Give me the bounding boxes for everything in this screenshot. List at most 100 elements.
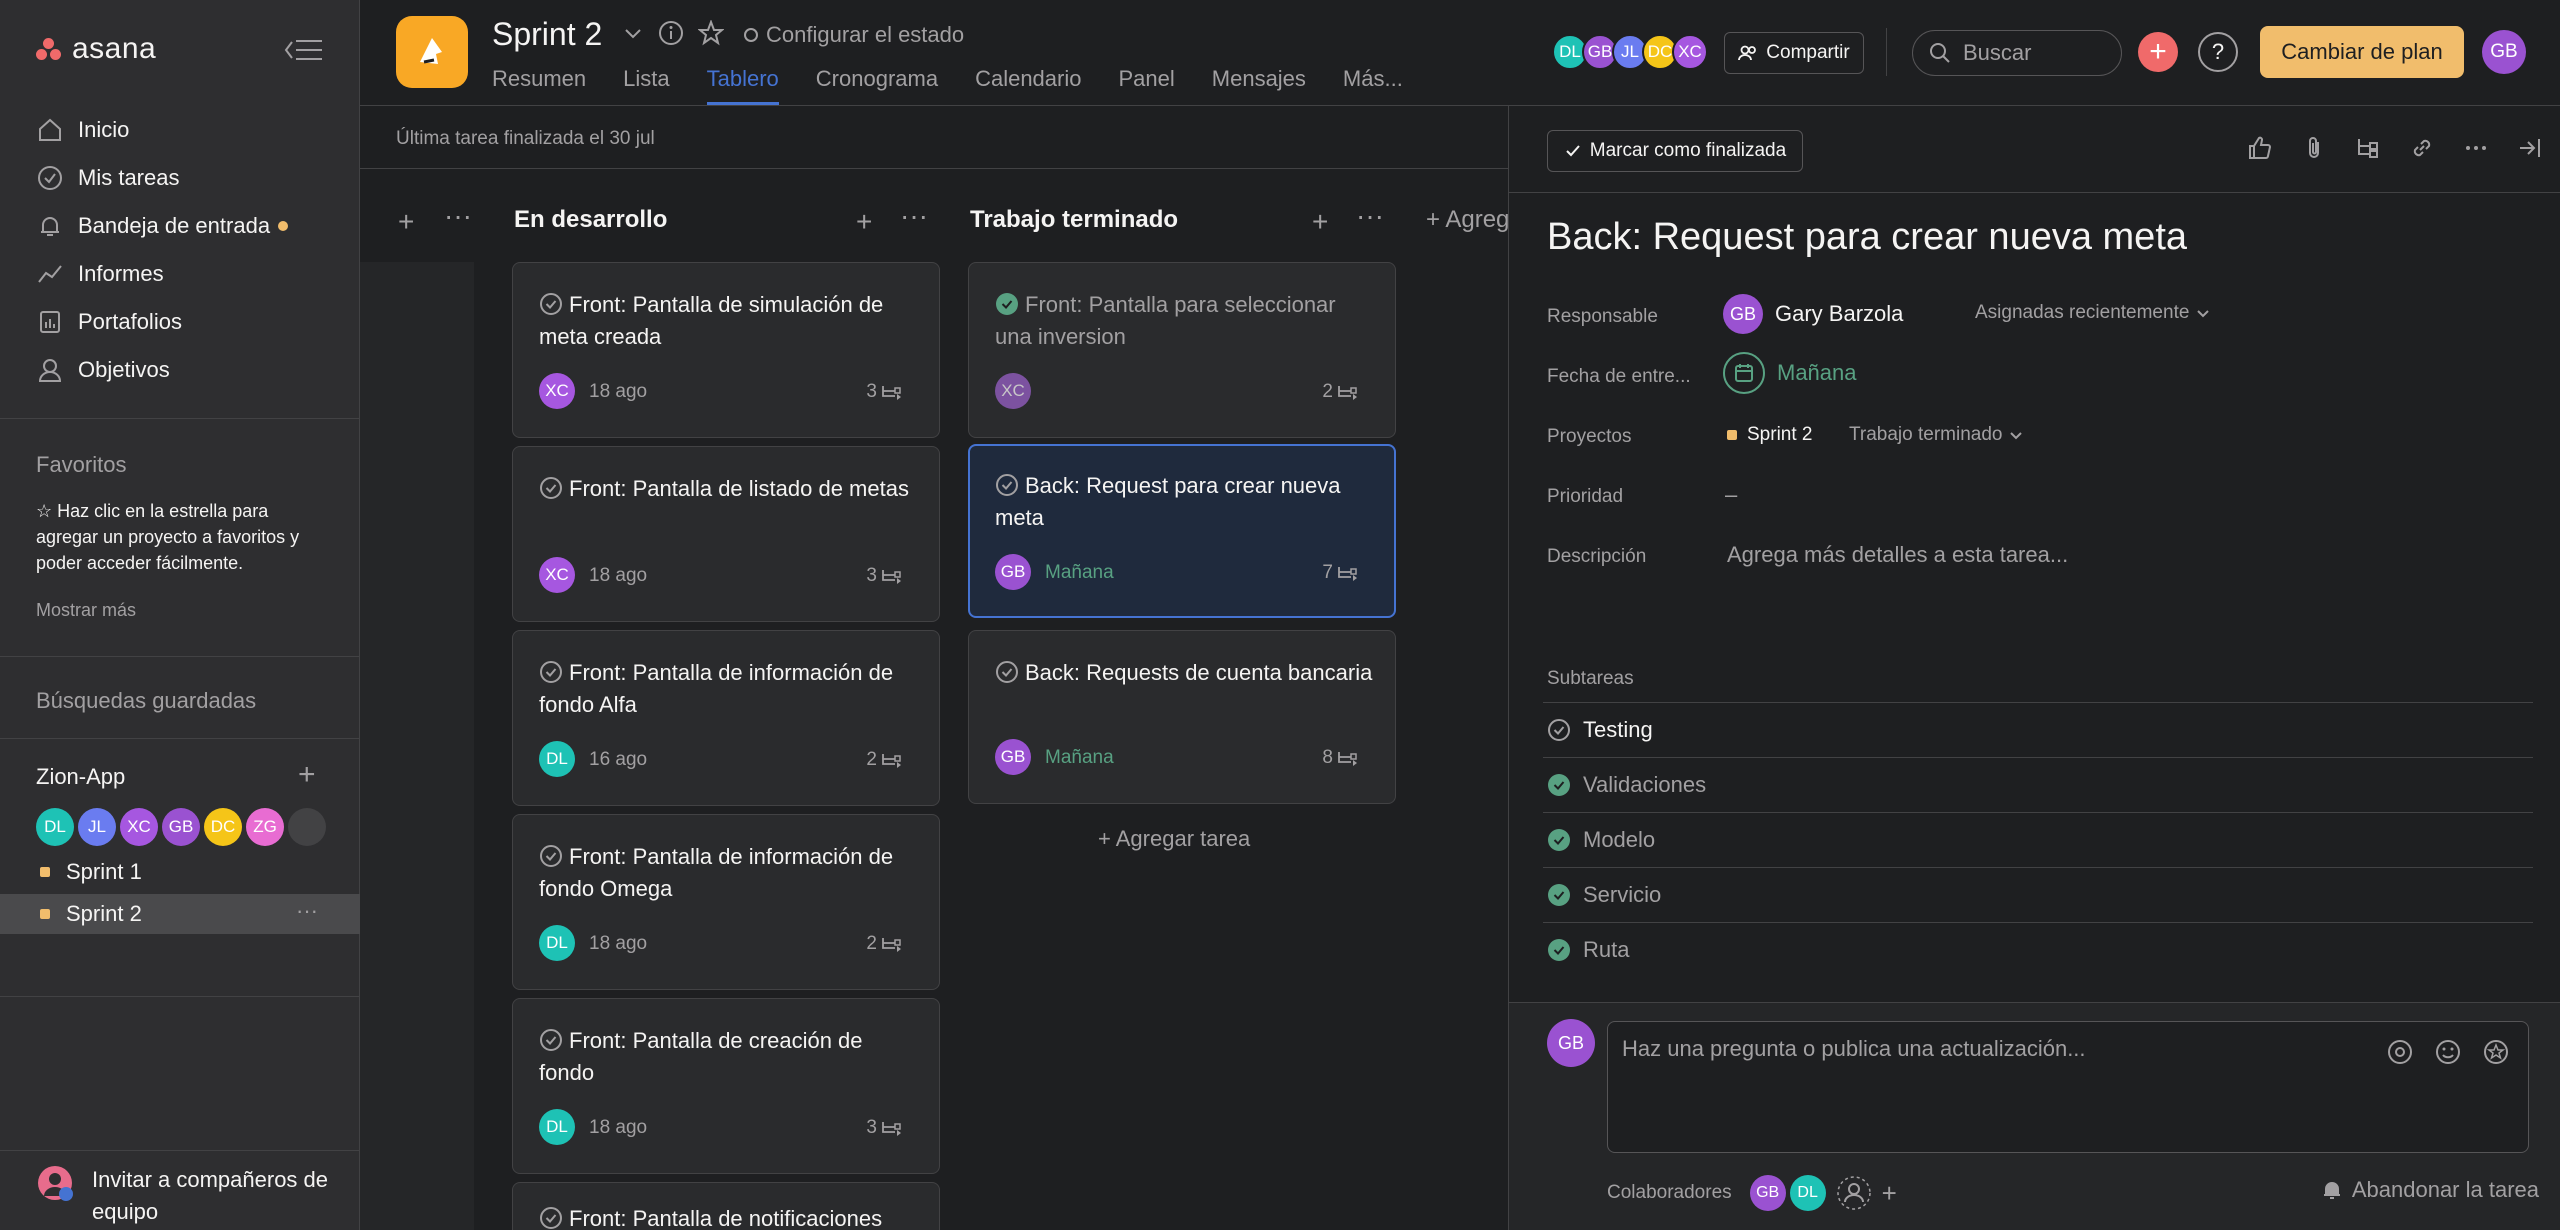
nav-portfolios[interactable]: Portafolios [36, 302, 182, 342]
tab-calendario[interactable]: Calendario [975, 66, 1081, 105]
recent-assigned-dropdown[interactable]: Asignadas recientemente [1975, 302, 2211, 324]
more-members-avatar[interactable] [288, 808, 326, 846]
card-due-date[interactable]: Mañana [1045, 562, 1114, 584]
comment-input[interactable]: Haz una pregunta o publica una actualiza… [1607, 1021, 2529, 1153]
tab-panel[interactable]: Panel [1118, 66, 1174, 105]
task-card[interactable]: Front: Pantalla de listado de metas XC 1… [512, 446, 940, 622]
invite-teammates[interactable]: Invitar a compañeros de equipo [36, 1164, 352, 1228]
mark-complete-button[interactable]: Marcar como finalizada [1547, 130, 1803, 172]
avatar[interactable]: XC [995, 373, 1031, 409]
check-circle-icon[interactable] [539, 1206, 563, 1230]
nav-home[interactable]: Inicio [36, 110, 129, 150]
task-title[interactable]: Back: Request para crear nueva meta [1547, 216, 2187, 259]
task-card[interactable]: Front: Pantalla de notificaciones [512, 1182, 940, 1230]
add-card-icon[interactable]: + [856, 206, 872, 238]
tab-more[interactable]: Más... [1343, 66, 1403, 105]
nav-inbox[interactable]: Bandeja de entrada [36, 206, 289, 246]
nav-my-tasks[interactable]: Mis tareas [36, 158, 179, 198]
nav-goals[interactable]: Objetivos [36, 350, 170, 390]
column-more-icon[interactable]: ··· [900, 200, 928, 232]
paperclip-icon[interactable] [2300, 134, 2328, 162]
subtask-count[interactable]: 2 [866, 933, 903, 955]
subtask-count[interactable]: 3 [866, 565, 903, 587]
assignee-field[interactable]: GB Gary Barzola [1723, 294, 1903, 334]
check-circle-icon[interactable] [539, 476, 563, 500]
search-input[interactable]: Buscar [1912, 30, 2122, 76]
avatar[interactable]: XC [120, 808, 158, 846]
tab-mensajes[interactable]: Mensajes [1212, 66, 1306, 105]
check-circle-icon[interactable] [539, 660, 563, 684]
close-panel-icon[interactable] [2516, 134, 2544, 162]
check-circle-icon[interactable] [539, 844, 563, 868]
appreciation-star-icon[interactable] [2482, 1038, 2510, 1066]
tab-resumen[interactable]: Resumen [492, 66, 586, 105]
sidebar-project-sprint-2[interactable]: Sprint 2 ··· [0, 894, 360, 934]
project-members[interactable]: DL GB JL DC XC [1552, 34, 1708, 70]
add-task-button[interactable]: + Agregar tarea [1098, 826, 1250, 852]
tab-lista[interactable]: Lista [623, 66, 669, 105]
avatar[interactable]: JL [78, 808, 116, 846]
leave-task-button[interactable]: Abandonar la tarea [2320, 1177, 2539, 1203]
check-circle-filled-icon[interactable] [995, 292, 1019, 316]
project-more-icon[interactable]: ··· [296, 898, 318, 924]
avatar[interactable]: XC [539, 373, 575, 409]
subtask-row[interactable]: Ruta [1543, 922, 2533, 977]
tab-cronograma[interactable]: Cronograma [816, 66, 938, 105]
check-circle-icon[interactable] [995, 660, 1019, 684]
subtask-count[interactable]: 2 [866, 749, 903, 771]
quick-add-button[interactable]: + [2138, 32, 2178, 72]
card-due-date[interactable]: 18 ago [589, 1117, 647, 1139]
star-icon[interactable] [698, 20, 724, 46]
avatar[interactable]: ZG [246, 808, 284, 846]
avatar[interactable]: GB [995, 739, 1031, 775]
avatar[interactable]: DC [204, 808, 242, 846]
plus-icon[interactable]: + [1882, 1178, 1897, 1209]
task-card[interactable]: Front: Pantalla de información de fondo … [512, 630, 940, 806]
avatar[interactable]: DL [539, 925, 575, 961]
card-due-date[interactable]: 18 ago [589, 933, 647, 955]
card-due-date[interactable]: 18 ago [589, 381, 647, 403]
help-button[interactable]: ? [2198, 32, 2238, 72]
column-title-en-desarrollo[interactable]: En desarrollo [514, 206, 667, 234]
add-card-icon[interactable]: + [398, 206, 414, 238]
card-due-date[interactable]: Mañana [1045, 747, 1114, 769]
check-circle-filled-icon[interactable] [1547, 883, 1571, 907]
avatar[interactable]: DL [539, 741, 575, 777]
sidebar-project-sprint-1[interactable]: Sprint 1 [0, 852, 360, 892]
subtask-icon[interactable] [2354, 134, 2382, 162]
avatar[interactable]: XC [539, 557, 575, 593]
subtask-count[interactable]: 8 [1322, 747, 1359, 769]
section-dropdown[interactable]: Trabajo terminado [1849, 424, 2024, 446]
user-avatar[interactable]: GB [2482, 30, 2526, 74]
subtask-row[interactable]: Modelo [1543, 812, 2533, 867]
add-team-project-icon[interactable]: + [298, 758, 316, 792]
task-card[interactable]: Front: Pantalla de simulación de meta cr… [512, 262, 940, 438]
subtask-count[interactable]: 3 [866, 1117, 903, 1139]
task-card[interactable]: Front: Pantalla de creación de fondo DL … [512, 998, 940, 1174]
show-more-link[interactable]: Mostrar más [36, 600, 136, 621]
project-pill[interactable]: Sprint 2 [1727, 424, 1812, 446]
add-collaborator-icon[interactable] [1836, 1175, 1872, 1211]
subtask-row[interactable]: Validaciones [1543, 757, 2533, 812]
thumbs-up-icon[interactable] [2246, 134, 2274, 162]
subtask-row[interactable]: Servicio [1543, 867, 2533, 922]
favorites-heading[interactable]: Favoritos [36, 452, 126, 478]
project-title[interactable]: Sprint 2 [492, 16, 602, 53]
avatar[interactable]: GB [162, 808, 200, 846]
check-circle-icon[interactable] [539, 292, 563, 316]
chevron-down-icon[interactable] [622, 22, 644, 44]
column-more-icon[interactable]: ··· [1356, 200, 1384, 232]
add-section-button[interactable]: + Agreg [1426, 206, 1509, 234]
emoji-icon[interactable] [2434, 1038, 2462, 1066]
subtask-count[interactable]: 7 [1322, 562, 1359, 584]
avatar[interactable]: DL [539, 1109, 575, 1145]
asana-logo[interactable]: asana [36, 32, 156, 66]
avatar[interactable]: DL [36, 808, 74, 846]
task-card[interactable]: Front: Pantalla para seleccionar una inv… [968, 262, 1396, 438]
link-icon[interactable] [2408, 134, 2436, 162]
due-date-field[interactable]: Mañana [1723, 352, 1857, 394]
task-card-selected[interactable]: Back: Request para crear nueva meta GB M… [968, 444, 1396, 618]
subtask-count[interactable]: 2 [1322, 381, 1359, 403]
set-status-button[interactable]: Configurar el estado [744, 22, 964, 48]
check-circle-icon[interactable] [1547, 718, 1571, 742]
